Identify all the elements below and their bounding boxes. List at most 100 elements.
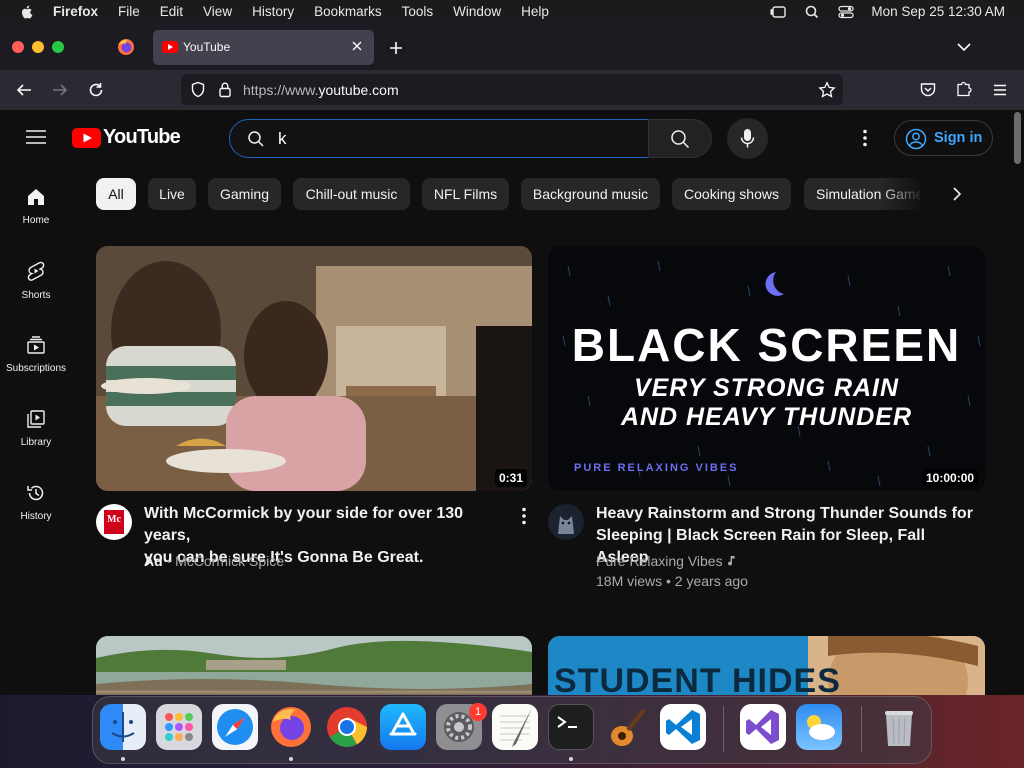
page-scrollbar[interactable] [1012,110,1024,695]
wolf-avatar-icon [558,516,574,534]
finder-face-icon [111,712,135,742]
dock-terminal-icon[interactable] [548,704,594,750]
menu-view[interactable]: View [203,4,232,19]
sign-in-button[interactable]: Sign in [894,120,993,156]
dock-visual-studio-icon[interactable] [740,704,786,750]
chip-background-music[interactable]: Background music [521,178,660,210]
trash-can-icon [885,711,913,746]
chip-live[interactable]: Live [148,178,196,210]
thumbnail-line1: VERY STRONG RAIN [633,374,900,402]
macos-menubar: Firefox File Edit View History Bookmarks… [0,0,1024,23]
menu-app-firefox[interactable]: Firefox [53,4,98,19]
page-scrollbar-thumb[interactable] [1014,112,1021,164]
microphone-icon [740,129,755,148]
menu-file[interactable]: File [118,4,140,19]
tracking-protection-shield-icon[interactable] [190,81,206,98]
spotlight-search-icon[interactable] [803,4,821,20]
padlock-icon[interactable] [218,81,232,98]
menu-edit[interactable]: Edit [160,4,183,19]
dock-weather-icon[interactable] [796,704,842,750]
chip-all[interactable]: All [96,178,136,210]
system-settings-badge: 1 [469,703,487,721]
youtube-logo-icon[interactable] [72,128,101,148]
account-circle-icon [905,128,927,150]
sign-in-label: Sign in [934,130,983,146]
video-stats-rain: 18M views • 2 years ago [596,573,748,589]
channel-avatar-pure-relaxing-vibes[interactable] [548,504,584,540]
new-tab-plus-icon[interactable] [388,40,404,56]
dock-trash-icon[interactable] [876,704,922,750]
window-close-button[interactable] [12,41,24,53]
extensions-puzzle-icon[interactable] [955,80,973,98]
firefox-view-icon[interactable] [117,38,135,56]
forward-arrow-icon[interactable] [51,81,69,99]
back-arrow-icon[interactable] [15,81,33,99]
chips-next-arrow-icon[interactable] [950,186,964,202]
chip-cooking-shows[interactable]: Cooking shows [672,178,791,210]
video-title-mccormick-line1: With McCormick by your side for over 130… [144,505,464,544]
app-store-a-icon [389,712,417,736]
menu-bookmarks[interactable]: Bookmarks [314,4,382,19]
sidebar-label-home: Home [22,215,50,226]
dock-terminal-running-dot [569,757,573,761]
sidebar-label-history: History [20,511,52,522]
menubar-clock[interactable]: Mon Sep 25 12:30 AM [871,4,1005,19]
url-bar[interactable]: https://www.youtube.com [181,74,843,105]
tab-close-icon[interactable] [350,39,364,53]
video-actions-kebab-icon[interactable] [521,507,527,525]
channel-avatar-mccormick[interactable]: Mc [96,504,132,540]
dock-app-store-icon[interactable] [380,704,426,750]
video-thumbnail-mccormick[interactable]: 0:31 [96,246,532,491]
dock-textedit-icon[interactable] [492,704,538,750]
video-meta-mccormick: Ad · McCormick Spice [144,553,285,569]
list-all-tabs-chevron-icon[interactable] [956,40,972,54]
dock-chrome-icon[interactable] [324,704,370,750]
menu-tools[interactable]: Tools [402,4,434,19]
window-minimize-button[interactable] [32,41,44,53]
sidebar-item-subscriptions[interactable]: Subscriptions [0,335,72,374]
dock-launchpad-icon[interactable] [156,704,202,750]
settings-kebab-icon[interactable] [862,129,868,147]
sidebar-item-shorts[interactable]: Shorts [0,261,72,301]
vscode-logo-icon [666,710,700,744]
video-duration-mccormick: 0:31 [495,469,528,487]
window-zoom-button[interactable] [52,41,64,53]
video-thumbnail-black-screen-rain[interactable]: BLACK SCREEN VERY STRONG RAIN AND HEAVY … [548,246,985,491]
channel-name-pure-relaxing-vibes[interactable]: Pure Relaxing Vibes [596,553,723,569]
url-text[interactable]: https://www.youtube.com [243,82,399,98]
launchpad-grid-icon [165,713,193,741]
menu-window[interactable]: Window [453,4,501,19]
tab-youtube[interactable]: YouTube [153,30,374,65]
sidebar-item-library[interactable]: Library [0,409,72,448]
app-menu-hamburger-icon[interactable] [991,81,1009,99]
search-button[interactable] [648,119,712,158]
bookmark-star-icon[interactable] [818,81,836,99]
stage-manager-icon[interactable] [769,4,787,20]
menu-history[interactable]: History [252,4,294,19]
menu-help[interactable]: Help [521,4,549,19]
sidebar-item-history[interactable]: History [0,483,72,522]
youtube-logo-text[interactable]: YouTube [103,126,181,149]
pocket-icon[interactable] [919,81,937,99]
dock-vscode-icon[interactable] [660,704,706,750]
dock-finder-running-dot [121,757,125,761]
voice-search-button[interactable] [727,118,768,159]
apple-icon[interactable] [19,4,35,20]
channel-name-mccormick[interactable]: McCormick Spice [175,553,284,569]
sidebar-item-home[interactable]: Home [0,187,72,226]
url-host: youtube.com [318,82,399,98]
chip-nfl-films[interactable]: NFL Films [422,178,509,210]
video-title-rain-line1: Heavy Rainstorm and Strong Thunder Sound… [596,505,973,522]
search-input[interactable] [278,126,638,152]
dock-firefox-icon[interactable] [268,704,314,750]
control-center-icon[interactable] [837,4,855,20]
dock-safari-icon[interactable] [212,704,258,750]
search-box[interactable] [229,119,649,158]
chip-gaming[interactable]: Gaming [208,178,281,210]
reload-icon[interactable] [87,81,105,99]
dock-finder-icon[interactable] [100,704,146,750]
chip-chill-out-music[interactable]: Chill-out music [293,178,410,210]
official-artist-note-icon [728,556,735,566]
guide-menu-icon[interactable] [26,129,46,145]
dock-garageband-icon[interactable] [604,704,650,750]
